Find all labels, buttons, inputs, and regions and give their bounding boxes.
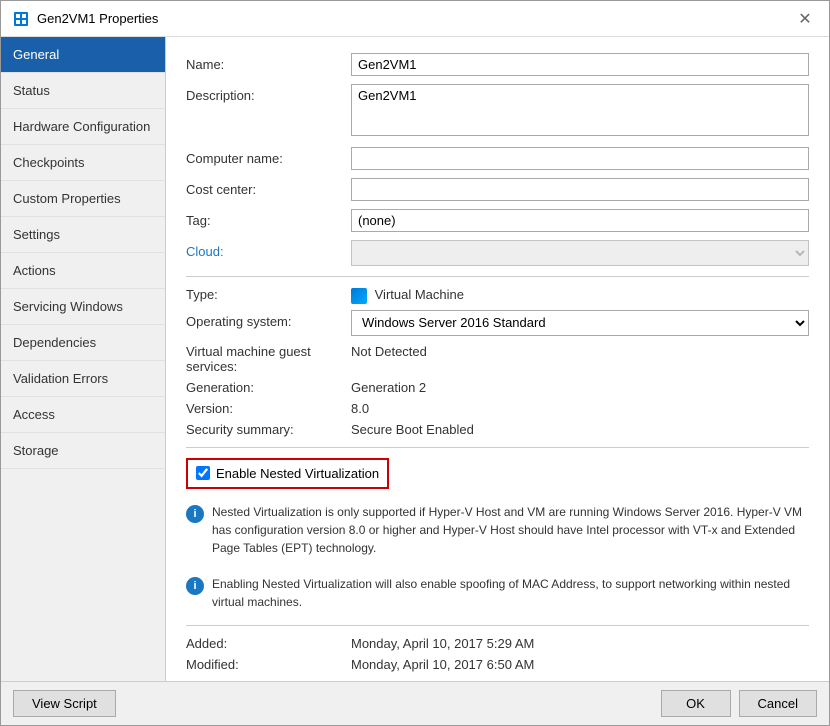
tag-label: Tag: [186, 209, 351, 228]
cloud-select[interactable] [351, 240, 809, 266]
sidebar-item-validation-errors[interactable]: Validation Errors [1, 361, 165, 397]
os-select[interactable]: Windows Server 2016 Standard [351, 310, 809, 336]
cost-center-label: Cost center: [186, 178, 351, 197]
title-bar: Gen2VM1 Properties ✕ [1, 1, 829, 37]
window-title: Gen2VM1 Properties [37, 11, 158, 26]
sidebar-item-storage[interactable]: Storage [1, 433, 165, 469]
divider-2 [186, 447, 809, 448]
close-button[interactable]: ✕ [793, 7, 817, 31]
name-row: Name: [186, 53, 809, 76]
divider-3 [186, 625, 809, 626]
sidebar-item-servicing-windows[interactable]: Servicing Windows [1, 289, 165, 325]
type-text: Virtual Machine [375, 287, 464, 302]
type-label: Type: [186, 287, 351, 304]
sidebar-item-actions[interactable]: Actions [1, 253, 165, 289]
cost-center-input[interactable] [351, 178, 809, 201]
computer-name-label: Computer name: [186, 147, 351, 166]
computer-name-value [351, 147, 809, 170]
type-row: Type: Virtual Machine [186, 287, 809, 304]
sidebar-item-general[interactable]: General [1, 37, 165, 73]
computer-name-row: Computer name: [186, 147, 809, 170]
os-row: Operating system: Windows Server 2016 St… [186, 310, 809, 336]
modified-value: Monday, April 10, 2017 6:50 AM [351, 657, 534, 672]
window: Gen2VM1 Properties ✕ General Status Hard… [0, 0, 830, 726]
name-input[interactable] [351, 53, 809, 76]
guest-services-row: Virtual machine guest services: Not Dete… [186, 344, 809, 374]
added-row: Added: Monday, April 10, 2017 5:29 AM [186, 636, 809, 651]
info-icon-2: i [186, 577, 204, 595]
name-label: Name: [186, 53, 351, 72]
modified-row: Modified: Monday, April 10, 2017 6:50 AM [186, 657, 809, 672]
name-value [351, 53, 809, 76]
generation-label: Generation: [186, 380, 351, 395]
os-label: Operating system: [186, 310, 351, 329]
security-row: Security summary: Secure Boot Enabled [186, 422, 809, 437]
description-input[interactable]: Gen2VM1 [351, 84, 809, 136]
tag-input[interactable] [351, 209, 809, 232]
info-text-2: Enabling Nested Virtualization will also… [212, 575, 809, 611]
security-value: Secure Boot Enabled [351, 422, 474, 437]
cost-center-row: Cost center: [186, 178, 809, 201]
os-value: Windows Server 2016 Standard [351, 310, 809, 336]
guest-services-value: Not Detected [351, 344, 427, 374]
content-area: General Status Hardware Configuration Ch… [1, 37, 829, 681]
cloud-label: Cloud: [186, 240, 351, 259]
guest-services-label: Virtual machine guest services: [186, 344, 351, 374]
type-value: Virtual Machine [351, 287, 464, 304]
version-row: Version: 8.0 [186, 401, 809, 416]
vm-icon [351, 288, 367, 304]
sidebar-item-settings[interactable]: Settings [1, 217, 165, 253]
title-bar-left: Gen2VM1 Properties [13, 11, 158, 27]
sidebar-item-access[interactable]: Access [1, 397, 165, 433]
info-text-1: Nested Virtualization is only supported … [212, 503, 809, 557]
view-script-button[interactable]: View Script [13, 690, 116, 717]
description-row: Description: Gen2VM1 [186, 84, 809, 139]
ok-button[interactable]: OK [661, 690, 731, 717]
cancel-button[interactable]: Cancel [739, 690, 817, 717]
computer-name-input[interactable] [351, 147, 809, 170]
tag-value [351, 209, 809, 232]
info-icon-1: i [186, 505, 204, 523]
info-box-2: i Enabling Nested Virtualization will al… [186, 571, 809, 615]
sidebar-item-checkpoints[interactable]: Checkpoints [1, 145, 165, 181]
security-label: Security summary: [186, 422, 351, 437]
bottom-bar: View Script OK Cancel [1, 681, 829, 725]
version-value: 8.0 [351, 401, 369, 416]
description-value: Gen2VM1 [351, 84, 809, 139]
added-value: Monday, April 10, 2017 5:29 AM [351, 636, 534, 651]
added-label: Added: [186, 636, 351, 651]
tag-row: Tag: [186, 209, 809, 232]
main-panel: Name: Description: Gen2VM1 Computer name… [166, 37, 829, 681]
window-icon [13, 11, 29, 27]
divider-1 [186, 276, 809, 277]
info-box-1: i Nested Virtualization is only supporte… [186, 499, 809, 561]
nested-virt-checkbox[interactable] [196, 466, 210, 480]
description-label: Description: [186, 84, 351, 103]
cloud-value [351, 240, 809, 266]
sidebar-item-hardware-configuration[interactable]: Hardware Configuration [1, 109, 165, 145]
generation-row: Generation: Generation 2 [186, 380, 809, 395]
nested-virt-row: Enable Nested Virtualization [186, 458, 389, 489]
cost-center-value [351, 178, 809, 201]
cloud-row: Cloud: [186, 240, 809, 266]
modified-label: Modified: [186, 657, 351, 672]
sidebar-item-dependencies[interactable]: Dependencies [1, 325, 165, 361]
sidebar: General Status Hardware Configuration Ch… [1, 37, 166, 681]
sidebar-item-status[interactable]: Status [1, 73, 165, 109]
sidebar-item-custom-properties[interactable]: Custom Properties [1, 181, 165, 217]
generation-value: Generation 2 [351, 380, 426, 395]
nested-virt-label[interactable]: Enable Nested Virtualization [216, 466, 379, 481]
bottom-right-buttons: OK Cancel [661, 690, 817, 717]
version-label: Version: [186, 401, 351, 416]
